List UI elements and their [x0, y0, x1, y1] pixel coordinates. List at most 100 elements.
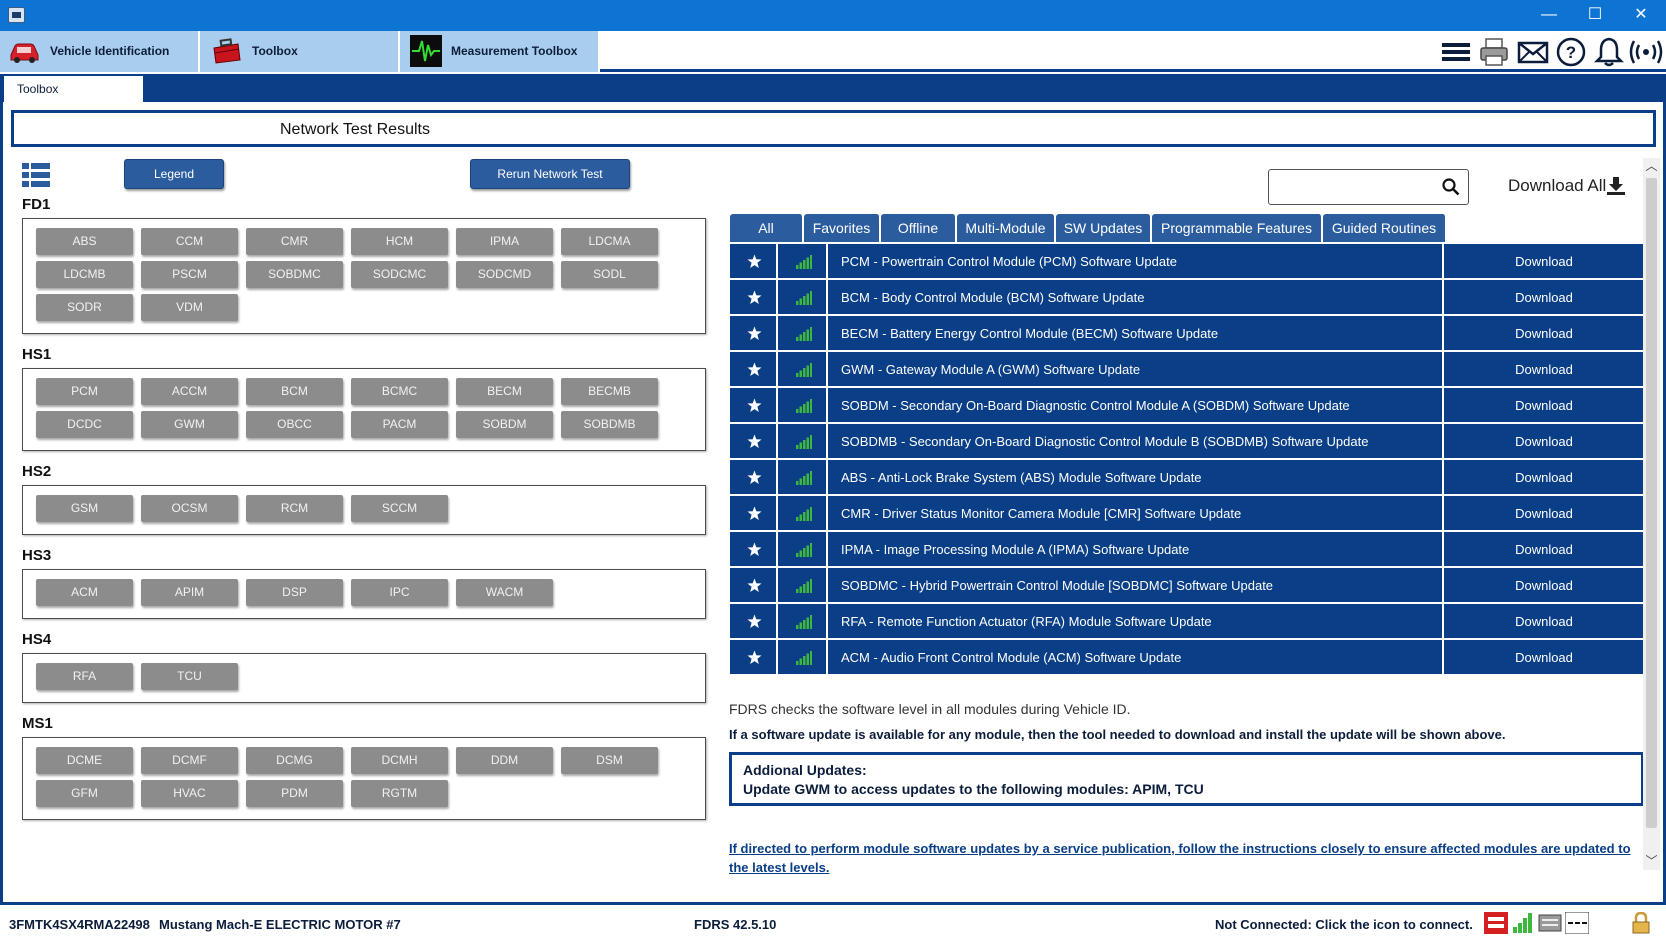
- cable-disconnected-icon[interactable]: [1565, 912, 1589, 934]
- module-button[interactable]: DDM: [456, 747, 553, 774]
- network-adapter-icon[interactable]: [1538, 912, 1562, 934]
- download-link[interactable]: Download: [1444, 650, 1644, 665]
- download-link[interactable]: Download: [1444, 398, 1644, 413]
- download-link[interactable]: Download: [1444, 326, 1644, 341]
- module-button[interactable]: SOBDMC: [246, 261, 343, 288]
- module-button[interactable]: HVAC: [141, 780, 238, 807]
- legend-button[interactable]: Legend: [124, 159, 224, 189]
- module-button[interactable]: SODL: [561, 261, 658, 288]
- module-button[interactable]: SODR: [36, 294, 133, 321]
- module-button[interactable]: PCM: [36, 378, 133, 405]
- module-button[interactable]: OCSM: [141, 495, 238, 522]
- module-button[interactable]: SODCMD: [456, 261, 553, 288]
- module-button[interactable]: DCMH: [351, 747, 448, 774]
- favorite-star-button[interactable]: [730, 460, 778, 494]
- module-button[interactable]: ABS: [36, 228, 133, 255]
- tab-toolbox[interactable]: Toolbox: [200, 31, 400, 72]
- module-button[interactable]: OBCC: [246, 411, 343, 438]
- lock-icon[interactable]: [1629, 912, 1653, 934]
- module-button[interactable]: RGTM: [351, 780, 448, 807]
- tab-all[interactable]: All: [730, 214, 803, 242]
- download-icon[interactable]: [1607, 176, 1625, 195]
- wireless-icon[interactable]: [1628, 36, 1664, 68]
- download-link[interactable]: Download: [1444, 470, 1644, 485]
- scroll-up-arrow[interactable]: ︿: [1643, 158, 1660, 175]
- module-button[interactable]: DCME: [36, 747, 133, 774]
- close-button[interactable]: ✕: [1618, 0, 1664, 31]
- service-publication-link[interactable]: If directed to perform module software u…: [729, 839, 1634, 877]
- bell-icon[interactable]: [1593, 36, 1625, 68]
- module-button[interactable]: IPMA: [456, 228, 553, 255]
- minimize-button[interactable]: —: [1526, 0, 1572, 31]
- list-view-icon[interactable]: [22, 163, 50, 187]
- download-link[interactable]: Download: [1444, 614, 1644, 629]
- download-all-button[interactable]: Download All: [1508, 176, 1606, 196]
- module-button[interactable]: WACM: [456, 579, 553, 606]
- favorite-star-button[interactable]: [730, 568, 778, 602]
- module-button[interactable]: DSM: [561, 747, 658, 774]
- module-button[interactable]: SOBDMB: [561, 411, 658, 438]
- favorite-star-button[interactable]: [730, 388, 778, 422]
- signal-strength-icon[interactable]: [1511, 912, 1535, 934]
- module-button[interactable]: SOBDM: [456, 411, 553, 438]
- tab-favorites[interactable]: Favorites: [804, 214, 880, 242]
- module-button[interactable]: VDM: [141, 294, 238, 321]
- module-button[interactable]: DCMF: [141, 747, 238, 774]
- download-link[interactable]: Download: [1444, 506, 1644, 521]
- favorite-star-button[interactable]: [730, 424, 778, 458]
- tab-offline[interactable]: Offline: [881, 214, 956, 242]
- tab-multi-module[interactable]: Multi-Module: [957, 214, 1055, 242]
- rerun-network-test-button[interactable]: Rerun Network Test: [470, 159, 630, 189]
- module-button[interactable]: DSP: [246, 579, 343, 606]
- module-button[interactable]: APIM: [141, 579, 238, 606]
- module-button[interactable]: ACM: [36, 579, 133, 606]
- module-button[interactable]: RFA: [36, 663, 133, 690]
- scrollbar[interactable]: ︿ ﹀: [1643, 158, 1660, 870]
- module-button[interactable]: BECMB: [561, 378, 658, 405]
- module-button[interactable]: CMR: [246, 228, 343, 255]
- module-button[interactable]: GWM: [141, 411, 238, 438]
- favorite-star-button[interactable]: [730, 532, 778, 566]
- module-button[interactable]: DCDC: [36, 411, 133, 438]
- download-link[interactable]: Download: [1444, 290, 1644, 305]
- tab-programmable-features[interactable]: Programmable Features: [1152, 214, 1322, 242]
- search-input[interactable]: [1268, 169, 1469, 205]
- download-link[interactable]: Download: [1444, 362, 1644, 377]
- module-button[interactable]: ACCM: [141, 378, 238, 405]
- printer-icon[interactable]: [1478, 36, 1510, 68]
- module-button[interactable]: LDCMA: [561, 228, 658, 255]
- download-link[interactable]: Download: [1444, 542, 1644, 557]
- module-button[interactable]: BECM: [456, 378, 553, 405]
- module-button[interactable]: PSCM: [141, 261, 238, 288]
- tab-measurement-toolbox[interactable]: Measurement Toolbox: [400, 31, 600, 72]
- module-button[interactable]: LDCMB: [36, 261, 133, 288]
- tab-sw-updates[interactable]: SW Updates: [1056, 214, 1151, 242]
- module-button[interactable]: BCM: [246, 378, 343, 405]
- favorite-star-button[interactable]: [730, 280, 778, 314]
- download-link[interactable]: Download: [1444, 434, 1644, 449]
- module-button[interactable]: IPC: [351, 579, 448, 606]
- module-button[interactable]: RCM: [246, 495, 343, 522]
- module-button[interactable]: GFM: [36, 780, 133, 807]
- tab-vehicle-identification[interactable]: Vehicle Identification: [0, 31, 200, 72]
- module-button[interactable]: SCCM: [351, 495, 448, 522]
- module-button[interactable]: HCM: [351, 228, 448, 255]
- scroll-thumb[interactable]: [1646, 178, 1657, 828]
- module-button[interactable]: PACM: [351, 411, 448, 438]
- module-button[interactable]: CCM: [141, 228, 238, 255]
- favorite-star-button[interactable]: [730, 352, 778, 386]
- scroll-down-arrow[interactable]: ﹀: [1643, 853, 1660, 870]
- tab-toolbox-sub[interactable]: Toolbox: [4, 76, 143, 102]
- module-button[interactable]: BCMC: [351, 378, 448, 405]
- favorite-star-button[interactable]: [730, 244, 778, 278]
- mail-icon[interactable]: [1517, 36, 1549, 68]
- favorite-star-button[interactable]: [730, 316, 778, 350]
- module-button[interactable]: PDM: [246, 780, 343, 807]
- maximize-button[interactable]: ☐: [1572, 0, 1618, 31]
- vci-red-icon[interactable]: [1484, 912, 1508, 934]
- module-button[interactable]: GSM: [36, 495, 133, 522]
- favorite-star-button[interactable]: [730, 640, 778, 674]
- tab-guided-routines[interactable]: Guided Routines: [1323, 214, 1446, 242]
- download-link[interactable]: Download: [1444, 254, 1644, 269]
- module-button[interactable]: DCMG: [246, 747, 343, 774]
